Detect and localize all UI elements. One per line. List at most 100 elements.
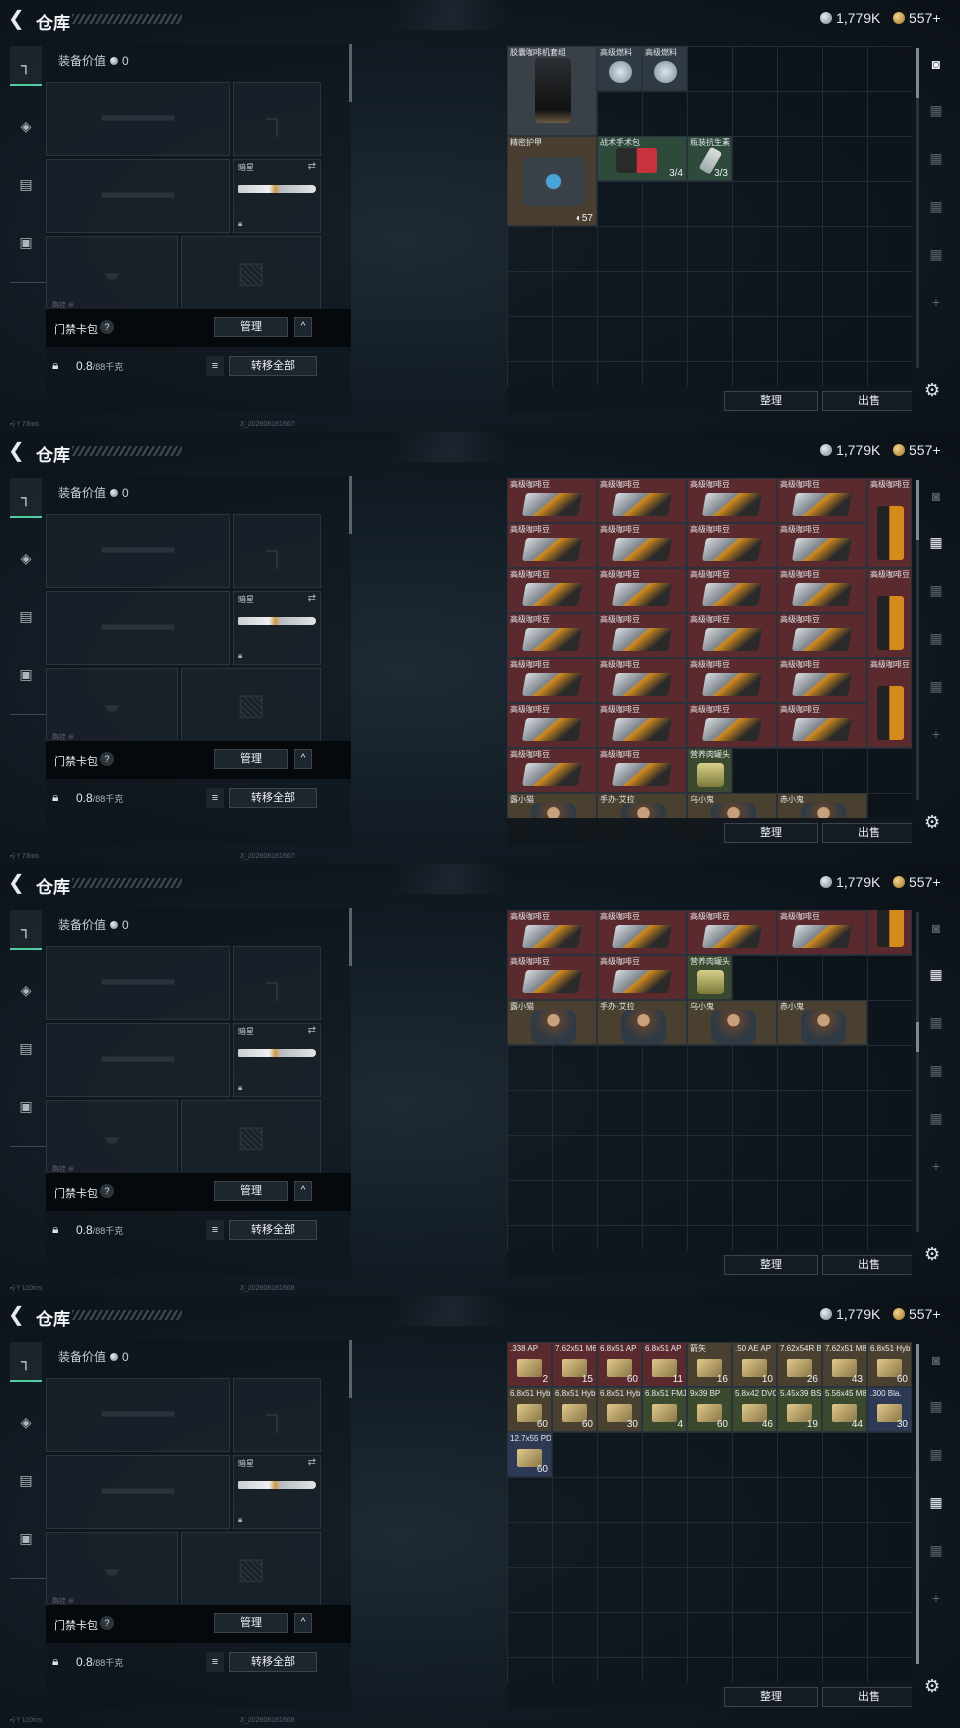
padlock-icon[interactable]: 🔒︎ <box>52 1654 58 1669</box>
primary-weapon-slot[interactable]: ━━━━ <box>46 514 230 588</box>
sell-button[interactable]: 出售 <box>822 391 912 411</box>
secondary-weapon-slot[interactable]: ━━━━ <box>46 1455 230 1529</box>
stash-tab-4[interactable]: ▦ <box>920 188 952 224</box>
inventory-item[interactable]: 高级咖啡豆 <box>687 523 777 568</box>
tab-backpack[interactable]: ▣ <box>10 1086 42 1126</box>
sort-button[interactable]: 整理 <box>724 391 818 411</box>
scroll-thumb[interactable] <box>916 1022 919 1052</box>
help-button[interactable]: ? <box>100 752 114 766</box>
stash-tab-2[interactable]: ▦ <box>920 92 952 128</box>
ammo-item[interactable]: 6.8x51 AP 11 <box>642 1342 687 1387</box>
back-arrow-icon[interactable]: ❮ <box>8 872 28 894</box>
list-icon[interactable]: ≡ <box>206 1652 224 1672</box>
stash-grid[interactable]: .338 AP 2 7.62x51 M61 15 6.8x51 AP 60 6.8x51 A… <box>507 1342 912 1710</box>
gear-icon[interactable]: ⚙ <box>924 812 940 833</box>
back-arrow-icon[interactable]: ❮ <box>8 8 28 30</box>
inventory-item[interactable]: 高级咖啡豆 <box>777 478 867 523</box>
gear-icon[interactable]: ⚙ <box>924 1244 940 1265</box>
inventory-item[interactable]: 高级咖啡豆 <box>777 523 867 568</box>
inventory-item[interactable]: 高级咖啡豆 <box>507 955 597 1000</box>
tab-armor[interactable]: ◈ <box>10 1402 42 1442</box>
inventory-item[interactable]: 战术手术包 3/4 <box>597 136 687 181</box>
back-arrow-icon[interactable]: ❮ <box>8 440 28 462</box>
padlock-icon[interactable]: 🔒︎ <box>52 1222 58 1237</box>
ammo-item[interactable]: 6.8x51 Hybrid 60 <box>552 1387 597 1432</box>
primary-weapon-slot[interactable]: ━━━━ <box>46 1378 230 1452</box>
tab-armor[interactable]: ◈ <box>10 970 42 1010</box>
collapse-button[interactable]: ^ <box>294 1181 312 1201</box>
pistol-slot[interactable]: ┐ <box>233 1378 321 1452</box>
stash-grid[interactable]: 高级咖啡豆 高级咖啡豆 高级咖啡豆 高级咖啡豆 高级咖啡豆 高级咖啡豆 营养肉罐头 露小猫 手办… <box>507 910 912 1278</box>
swap-icon[interactable]: ⇄ <box>308 593 316 604</box>
gear-icon[interactable]: ⚙ <box>924 1676 940 1697</box>
back-arrow-icon[interactable]: ❮ <box>8 1304 28 1326</box>
tab-backpack[interactable]: ▣ <box>10 222 42 262</box>
scroll-thumb[interactable] <box>916 48 919 98</box>
sell-button[interactable]: 出售 <box>822 1687 912 1707</box>
tab-weapons[interactable]: ┐ <box>10 910 42 950</box>
inventory-item[interactable]: 胶囊咖啡机套组 <box>507 46 597 136</box>
inventory-item[interactable]: 高级咖啡豆 <box>777 910 867 955</box>
pistol-slot[interactable]: ┐ <box>233 946 321 1020</box>
inventory-item[interactable]: 高级咖啡豆 <box>597 955 687 1000</box>
inventory-item[interactable]: 高级咖啡豆 <box>687 568 777 613</box>
stash-tab-4[interactable]: ▦ <box>920 1484 952 1520</box>
inventory-item[interactable]: 手办·艾拉 <box>597 1000 687 1045</box>
melee-slot[interactable]: 暗星 ⇄ 🔒︎ <box>233 591 321 665</box>
equipment-scrollbar[interactable] <box>349 44 352 102</box>
add-stash-icon[interactable]: + <box>920 284 952 320</box>
stash-tab-5[interactable]: ▦ <box>920 236 952 272</box>
inventory-item[interactable]: 营养肉罐头 <box>687 748 732 793</box>
sell-button[interactable]: 出售 <box>822 1255 912 1275</box>
inventory-item[interactable]: 高级咖啡豆 <box>687 478 777 523</box>
primary-weapon-slot[interactable]: ━━━━ <box>46 946 230 1020</box>
tab-rig[interactable]: ▤ <box>10 1028 42 1068</box>
inventory-item[interactable]: 赤小鬼 <box>777 1000 867 1045</box>
helmet-slot[interactable]: ◒ <box>46 1100 178 1174</box>
inventory-item[interactable]: 高级咖啡豆 <box>687 703 777 748</box>
inventory-item[interactable]: 高级咖啡豆 <box>507 748 597 793</box>
body-armor-slot[interactable]: ▧ <box>181 668 321 742</box>
ammo-item[interactable]: 5.8x42 DVC12 46 <box>732 1387 777 1432</box>
ammo-item[interactable]: .50 AE AP 10 <box>732 1342 777 1387</box>
help-button[interactable]: ? <box>100 1616 114 1630</box>
inventory-item[interactable]: 高级咖啡豆 <box>507 568 597 613</box>
list-icon[interactable]: ≡ <box>206 788 224 808</box>
helmet-slot[interactable]: ◒ <box>46 668 178 742</box>
equipment-scrollbar[interactable] <box>349 476 352 534</box>
melee-slot[interactable]: 暗星 ⇄ 🔒︎ <box>233 1455 321 1529</box>
body-armor-slot[interactable]: ▧ <box>181 1100 321 1174</box>
stash-tab-4[interactable]: ▦ <box>920 620 952 656</box>
pistol-slot[interactable]: ┐ <box>233 514 321 588</box>
equipment-scrollbar[interactable] <box>349 1340 352 1398</box>
transfer-all-button[interactable]: 转移全部 <box>229 788 317 808</box>
stash-tab-3[interactable]: ▦ <box>920 1004 952 1040</box>
inventory-item[interactable]: 高级咖啡豆 <box>777 703 867 748</box>
sort-button[interactable]: 整理 <box>724 1255 818 1275</box>
inventory-item[interactable]: 高级燃料 <box>597 46 642 91</box>
add-stash-icon[interactable]: + <box>920 1580 952 1616</box>
manage-button[interactable]: 管理 <box>214 1181 288 1201</box>
secondary-weapon-slot[interactable]: ━━━━ <box>46 159 230 233</box>
ammo-item[interactable]: 7.62x51 M61 15 <box>552 1342 597 1387</box>
ammo-item[interactable]: 箭矢 16 <box>687 1342 732 1387</box>
stash-grid[interactable]: 胶囊咖啡机套组 高级燃料 高级燃料 精密护甲 ◐57 战术手术包 3/4 瓶装抗生素 3/3 整… <box>507 46 912 414</box>
inventory-item[interactable]: 高级咖啡豆 <box>597 613 687 658</box>
ammo-item[interactable]: 7.62x51 M80 43 <box>822 1342 867 1387</box>
collapse-button[interactable]: ^ <box>294 1613 312 1633</box>
stash-tab-3[interactable]: ▦ <box>920 140 952 176</box>
scroll-thumb[interactable] <box>916 1344 919 1664</box>
inventory-item[interactable]: 高级咖啡豆 <box>597 523 687 568</box>
equipment-scrollbar[interactable] <box>349 908 352 966</box>
help-button[interactable]: ? <box>100 320 114 334</box>
sell-button[interactable]: 出售 <box>822 823 912 843</box>
ammo-item[interactable]: 5.56x45 M855 44 <box>822 1387 867 1432</box>
gear-icon[interactable]: ⚙ <box>924 380 940 401</box>
inventory-item[interactable]: 高级咖啡豆 <box>777 568 867 613</box>
stash-tab-5[interactable]: ▦ <box>920 1100 952 1136</box>
inventory-item[interactable]: 高级咖啡豆 <box>507 613 597 658</box>
gold-currency[interactable]: 557+ <box>893 1306 941 1322</box>
melee-slot[interactable]: 暗星 ⇄ 🔒︎ <box>233 159 321 233</box>
tab-armor[interactable]: ◈ <box>10 538 42 578</box>
inventory-item[interactable]: 精密护甲 ◐57 <box>507 136 597 226</box>
